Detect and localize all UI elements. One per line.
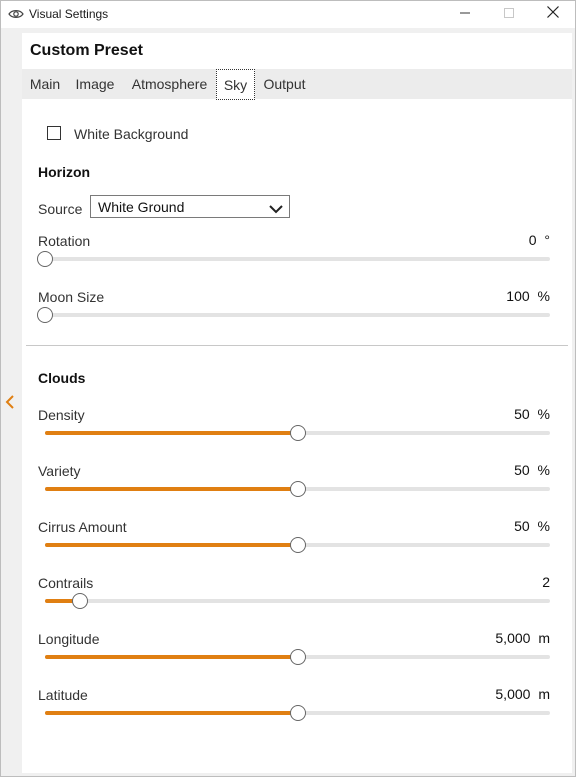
variety-slider[interactable] (45, 481, 550, 497)
clouds-heading: Clouds (38, 370, 86, 386)
cirrus-amount-slider-fill (45, 543, 298, 547)
side-rail (0, 28, 20, 777)
close-icon (547, 5, 559, 23)
density-value: 50 % (514, 406, 550, 422)
minimize-icon (460, 5, 470, 23)
cirrus-amount-value: 50 % (514, 518, 550, 534)
density-slider-thumb[interactable] (290, 425, 306, 441)
variety-label: Variety (38, 463, 81, 479)
latitude-slider-thumb[interactable] (290, 705, 306, 721)
moon-size-value: 100 % (506, 288, 550, 304)
tab-atmosphere[interactable]: Atmosphere (125, 69, 214, 99)
contrails-slider[interactable] (45, 593, 550, 609)
source-select[interactable]: White Ground (90, 195, 290, 218)
density-unit: % (537, 406, 550, 422)
longitude-value: 5,000 m (495, 630, 550, 646)
horizon-heading: Horizon (38, 164, 91, 180)
longitude-slider-fill (45, 655, 298, 659)
tab-sky[interactable]: Sky (216, 69, 255, 100)
longitude-label: Longitude (38, 631, 100, 647)
latitude-unit: m (538, 686, 550, 702)
density-slider[interactable] (45, 425, 550, 441)
latitude-number: 5,000 (495, 686, 531, 702)
close-button[interactable] (530, 0, 576, 28)
latitude-value: 5,000 m (495, 686, 550, 702)
variety-number: 50 (514, 462, 530, 478)
white-background-checkbox[interactable] (47, 126, 61, 140)
maximize-icon (504, 5, 514, 23)
sky-tab-content: White Background Horizon Source White Gr… (22, 99, 572, 773)
source-label: Source (38, 201, 83, 217)
cirrus-amount-slider[interactable] (45, 537, 550, 553)
contrails-number: 2 (542, 574, 550, 590)
moon-size-slider[interactable] (37, 307, 550, 323)
latitude-slider[interactable] (45, 705, 550, 721)
eye-icon (8, 6, 24, 22)
latitude-label: Latitude (38, 687, 88, 703)
variety-value: 50 % (514, 462, 550, 478)
rotation-number: 0 (528, 232, 537, 248)
tab-bar: Main Image Atmosphere Sky Output (22, 69, 572, 100)
longitude-slider-thumb[interactable] (290, 649, 306, 665)
settings-panel: Custom Preset Main Image Atmosphere Sky … (22, 33, 572, 773)
white-background-label: White Background (74, 126, 189, 142)
cirrus-amount-unit: % (537, 518, 550, 534)
chevron-down-icon (269, 201, 283, 214)
source-select-value: White Ground (98, 199, 185, 215)
density-number: 50 (514, 406, 530, 422)
rotation-slider-thumb[interactable] (37, 251, 53, 267)
moon-size-label: Moon Size (38, 289, 105, 305)
rotation-unit: ° (544, 232, 550, 248)
rotation-value: 0 ° (529, 232, 550, 248)
variety-slider-thumb[interactable] (290, 481, 306, 497)
density-label: Density (38, 407, 85, 423)
tab-image[interactable]: Image (70, 69, 120, 99)
tab-output[interactable]: Output (257, 69, 312, 99)
latitude-slider-fill (45, 711, 298, 715)
preset-title: Custom Preset (30, 42, 143, 59)
chevron-left-icon[interactable] (3, 394, 17, 410)
variety-slider-fill (45, 487, 298, 491)
contrails-value: 2 (542, 574, 550, 590)
moon-size-unit: % (537, 288, 550, 304)
title-bar: Visual Settings (0, 0, 576, 28)
longitude-unit: m (538, 630, 550, 646)
moon-size-slider-thumb[interactable] (37, 307, 53, 323)
tab-main[interactable]: Main (24, 69, 66, 99)
longitude-number: 5,000 (495, 630, 531, 646)
rotation-label: Rotation (38, 233, 91, 249)
maximize-button[interactable] (486, 0, 532, 28)
window-title: Visual Settings (29, 7, 109, 21)
density-slider-fill (45, 431, 298, 435)
moon-size-number: 100 (506, 288, 530, 304)
contrails-label: Contrails (38, 575, 94, 591)
minimize-button[interactable] (442, 0, 488, 28)
section-divider (26, 345, 568, 346)
cirrus-amount-slider-thumb[interactable] (290, 537, 306, 553)
variety-unit: % (537, 462, 550, 478)
cirrus-amount-label: Cirrus Amount (38, 519, 127, 535)
rotation-slider[interactable] (37, 251, 550, 267)
contrails-slider-thumb[interactable] (72, 593, 88, 609)
longitude-slider[interactable] (45, 649, 550, 665)
cirrus-amount-number: 50 (514, 518, 530, 534)
